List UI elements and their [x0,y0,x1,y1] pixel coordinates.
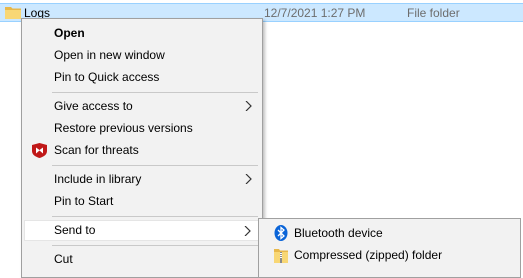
send-to-submenu: Bluetooth device Compressed (zipped) fol… [258,218,521,278]
menu-item-label: Restore previous versions [54,121,193,135]
menu-item-label: Send to [54,223,96,237]
submenu-item-label: Bluetooth device [294,226,383,240]
menu-separator [52,245,258,246]
submenu-item-label: Compressed (zipped) folder [294,248,443,262]
chevron-right-icon [244,226,251,236]
zip-folder-icon [274,249,288,263]
menu-item-label: Give access to [54,99,133,113]
file-date-modified: 12/7/2021 1:27 PM [264,6,366,20]
menu-item-pin-quick-access[interactable]: Pin to Quick access [24,67,260,88]
folder-icon [5,7,21,19]
menu-item-label: Include in library [54,172,142,186]
menu-separator [52,216,258,217]
menu-item-scan-for-threats[interactable]: Scan for threats [24,140,260,161]
menu-item-label: Open [54,26,85,40]
menu-item-send-to[interactable]: Send to [24,220,260,241]
menu-item-label: Cut [54,252,73,266]
mcafee-shield-icon [32,143,47,158]
submenu-item-compressed-folder[interactable]: Compressed (zipped) folder [261,244,519,266]
menu-item-include-in-library[interactable]: Include in library [24,169,260,190]
menu-item-label: Scan for threats [54,143,139,157]
menu-item-restore-previous-versions[interactable]: Restore previous versions [24,118,260,139]
menu-item-pin-to-start[interactable]: Pin to Start [24,191,260,212]
context-menu: Open Open in new window Pin to Quick acc… [21,18,263,278]
menu-item-open[interactable]: Open [24,23,260,44]
menu-item-label: Open in new window [54,48,165,62]
submenu-item-bluetooth-device[interactable]: Bluetooth device [261,222,519,244]
menu-item-give-access[interactable]: Give access to [24,96,260,117]
menu-item-label: Pin to Start [54,194,114,208]
chevron-right-icon [245,101,252,111]
bluetooth-icon [274,225,288,241]
menu-item-label: Pin to Quick access [54,70,160,84]
menu-item-open-new-window[interactable]: Open in new window [24,45,260,66]
chevron-right-icon [245,174,252,184]
file-type: File folder [407,6,460,20]
menu-separator [52,92,258,93]
menu-separator [52,165,258,166]
